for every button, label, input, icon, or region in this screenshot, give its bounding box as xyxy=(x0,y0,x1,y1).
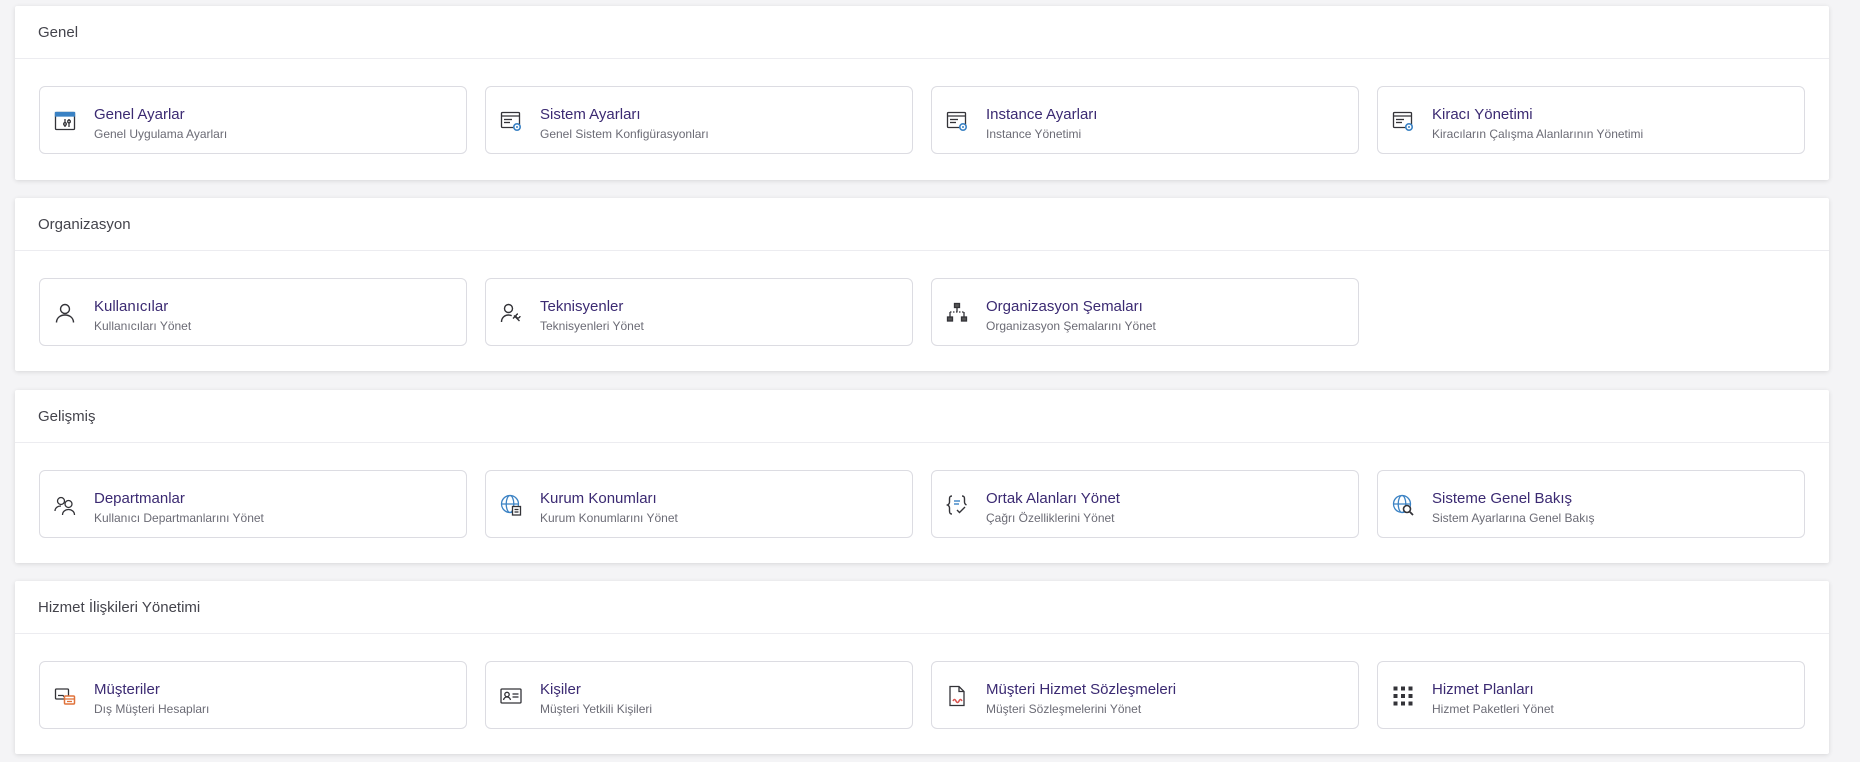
card-subtitle: Kurum Konumlarını Yönet xyxy=(540,511,678,525)
card-subtitle: Kiracıların Çalışma Alanlarının Yönetimi xyxy=(1432,127,1644,141)
user-wrench-icon xyxy=(499,301,523,325)
card-kisiler[interactable]: Kişiler Müşteri Yetkili Kişileri xyxy=(485,661,913,729)
card-organizasyon-semalari[interactable]: Organizasyon Şemaları Organizasyon Şemal… xyxy=(931,278,1359,346)
card-subtitle: Teknisyenleri Yönet xyxy=(540,319,644,333)
org-chart-icon xyxy=(945,301,969,325)
card-subtitle: Kullanıcıları Yönet xyxy=(94,319,192,333)
card-title: Kurum Konumları xyxy=(540,490,657,507)
card-title: Müşteriler xyxy=(94,681,160,698)
card-subtitle: Instance Yönetimi xyxy=(986,127,1082,141)
card-sistem-ayarlari[interactable]: Sistem Ayarları Genel Sistem Konfigürasy… xyxy=(485,86,913,154)
card-musteriler[interactable]: Müşteriler Dış Müşteri Hesapları xyxy=(39,661,467,729)
card-title: Departmanlar xyxy=(94,490,185,507)
card-title: Organizasyon Şemaları xyxy=(986,298,1143,315)
card-subtitle: Dış Müşteri Hesapları xyxy=(94,702,210,716)
card-title: Kiracı Yönetimi xyxy=(1432,106,1533,123)
globe-search-icon xyxy=(1391,493,1415,517)
card-kiraci-yonetimi[interactable]: Kiracı Yönetimi Kiracıların Çalışma Alan… xyxy=(1377,86,1805,154)
contact-card-icon xyxy=(499,684,523,708)
card-subtitle: Müşteri Yetkili Kişileri xyxy=(540,702,653,716)
card-title: Instance Ayarları xyxy=(986,106,1098,123)
card-kurum-konumlari[interactable]: Kurum Konumları Kurum Konumlarını Yönet xyxy=(485,470,913,538)
grid-dots-icon xyxy=(1391,684,1415,708)
card-title: Hizmet Planları xyxy=(1432,681,1534,698)
card-subtitle: Organizasyon Şemalarını Yönet xyxy=(986,319,1156,333)
card-subtitle: Genel Sistem Konfigürasyonları xyxy=(540,127,709,141)
card-musteri-hizmet-sozlesmeleri[interactable]: Müşteri Hizmet Sözleşmeleri Müşteri Sözl… xyxy=(931,661,1359,729)
section-gelismis: Gelişmiş Departmanlar Kullanıcı Departma… xyxy=(15,390,1829,563)
card-sisteme-genel-bakis[interactable]: Sisteme Genel Bakış Sistem Ayarlarına Ge… xyxy=(1377,470,1805,538)
card-title: Sistem Ayarları xyxy=(540,106,641,123)
section-organizasyon: Organizasyon Kullanıcılar Kullanıcıları … xyxy=(15,198,1829,371)
card-subtitle: Hizmet Paketleri Yönet xyxy=(1432,702,1554,716)
card-subtitle: Sistem Ayarlarına Genel Bakış xyxy=(1432,511,1595,525)
customer-accounts-icon xyxy=(53,684,77,708)
users-group-icon xyxy=(53,493,77,517)
section-title: Organizasyon xyxy=(15,198,1829,251)
user-icon xyxy=(53,301,77,325)
section-genel: Genel Genel Ayarlar Genel Uygulama Ayarl… xyxy=(15,6,1829,180)
card-title: Sisteme Genel Bakış xyxy=(1432,490,1573,507)
globe-building-icon xyxy=(499,493,523,517)
settings-page: Genel Genel Ayarlar Genel Uygulama Ayarl… xyxy=(0,0,1860,762)
card-subtitle: Müşteri Sözleşmelerini Yönet xyxy=(986,702,1142,716)
section-title: Hizmet İlişkileri Yönetimi xyxy=(15,581,1829,634)
contract-document-icon xyxy=(945,684,969,708)
card-title: Müşteri Hizmet Sözleşmeleri xyxy=(986,681,1177,698)
card-teknisyenler[interactable]: Teknisyenler Teknisyenleri Yönet xyxy=(485,278,913,346)
window-gear-icon xyxy=(1391,109,1415,133)
settings-window-sliders-icon xyxy=(53,109,77,133)
card-departmanlar[interactable]: Departmanlar Kullanıcı Departmanlarını Y… xyxy=(39,470,467,538)
card-subtitle: Genel Uygulama Ayarları xyxy=(94,127,228,141)
window-gear-icon xyxy=(499,109,523,133)
section-title: Gelişmiş xyxy=(15,390,1829,443)
card-title: Ortak Alanları Yönet xyxy=(986,490,1120,507)
card-title: Kullanıcılar xyxy=(94,298,169,315)
card-subtitle: Kullanıcı Departmanlarını Yönet xyxy=(94,511,264,525)
card-ortak-alanlari-yonet[interactable]: Ortak Alanları Yönet Çağrı Özelliklerini… xyxy=(931,470,1359,538)
card-title: Genel Ayarlar xyxy=(94,106,185,123)
window-gear-icon xyxy=(945,109,969,133)
card-title: Teknisyenler xyxy=(540,298,624,315)
card-kullanicilar[interactable]: Kullanıcılar Kullanıcıları Yönet xyxy=(39,278,467,346)
card-title: Kişiler xyxy=(540,681,581,698)
card-subtitle: Çağrı Özelliklerini Yönet xyxy=(986,511,1115,525)
card-instance-ayarlari[interactable]: Instance Ayarları Instance Yönetimi xyxy=(931,86,1359,154)
section-title: Genel xyxy=(15,6,1829,59)
curly-braces-check-icon xyxy=(945,493,969,517)
card-hizmet-planlari[interactable]: Hizmet Planları Hizmet Paketleri Yönet xyxy=(1377,661,1805,729)
section-hizmet-iliskileri-yonetimi: Hizmet İlişkileri Yönetimi Müşteriler Dı… xyxy=(15,581,1829,754)
card-genel-ayarlar[interactable]: Genel Ayarlar Genel Uygulama Ayarları xyxy=(39,86,467,154)
